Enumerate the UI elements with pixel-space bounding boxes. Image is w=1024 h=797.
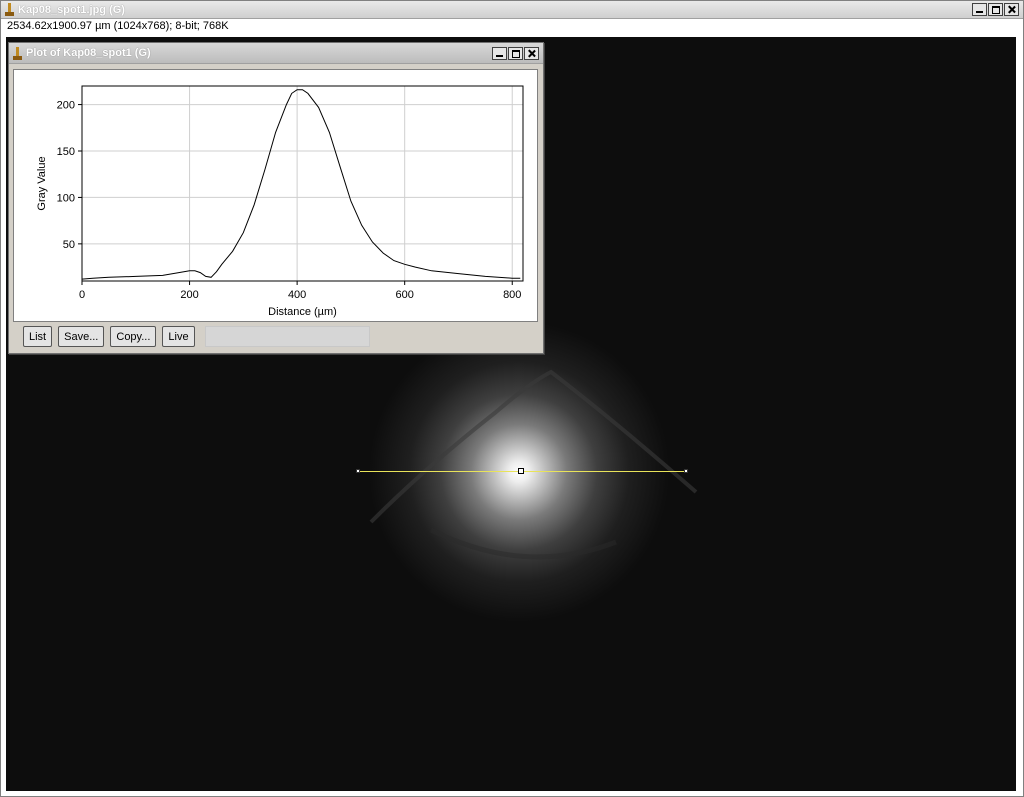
list-button[interactable]: List xyxy=(23,326,53,347)
line-end-handle[interactable] xyxy=(684,469,688,473)
image-info-bar: 2534.62x1900.97 µm (1024x768); 8-bit; 76… xyxy=(1,19,1023,34)
save-button[interactable]: Save... xyxy=(58,326,105,347)
plot-window-titlebar[interactable]: Plot of Kap08_spot1 (G) xyxy=(9,43,543,64)
image-window-title: Kap08_spot1.jpg (G) xyxy=(18,3,125,16)
copy-button[interactable]: Copy... xyxy=(110,326,157,347)
close-icon[interactable] xyxy=(524,46,539,60)
y-axis-label: Gray Value xyxy=(36,156,48,210)
live-button[interactable]: Live xyxy=(162,326,195,347)
minimize-icon[interactable] xyxy=(972,3,987,16)
y-tick-label: 150 xyxy=(57,146,75,158)
line-start-handle[interactable] xyxy=(356,469,360,473)
profile-series-line xyxy=(81,89,521,280)
x-tick-label: 800 xyxy=(503,289,521,301)
close-icon[interactable] xyxy=(1004,3,1019,16)
y-tick-label: 50 xyxy=(63,239,75,251)
x-axis-label: Distance (µm) xyxy=(268,306,337,318)
plot-status-field xyxy=(204,326,370,347)
plot-window: Plot of Kap08_spot1 (G) 0 200 400 600 800 50 1… xyxy=(8,42,544,354)
plot-window-controls xyxy=(492,46,539,60)
image-window-titlebar[interactable]: Kap08_spot1.jpg (G) xyxy=(1,1,1023,19)
x-tick-label: 400 xyxy=(288,289,306,301)
imagej-icon xyxy=(13,46,22,60)
x-tick-label: 600 xyxy=(396,289,414,301)
imagej-icon xyxy=(5,3,14,16)
maximize-icon[interactable] xyxy=(508,46,523,60)
y-tick-label: 100 xyxy=(57,192,75,204)
x-tick-label: 0 xyxy=(79,289,85,301)
profile-plot: 0 200 400 600 800 50 100 150 200 Distance (µm) Gra… xyxy=(36,85,524,318)
window-controls xyxy=(972,3,1019,16)
plot-area-frame xyxy=(81,85,524,282)
plot-button-row: List Save... Copy... Live xyxy=(23,326,370,347)
maximize-icon[interactable] xyxy=(988,3,1003,16)
plot-panel: 0 200 400 600 800 50 100 150 200 Distance (µm) Gra… xyxy=(13,69,538,322)
plot-window-title: Plot of Kap08_spot1 (G) xyxy=(26,47,151,59)
y-tick-label: 200 xyxy=(57,100,75,112)
line-center-handle[interactable] xyxy=(518,468,524,474)
x-tick-label: 200 xyxy=(180,289,198,301)
minimize-icon[interactable] xyxy=(492,46,507,60)
